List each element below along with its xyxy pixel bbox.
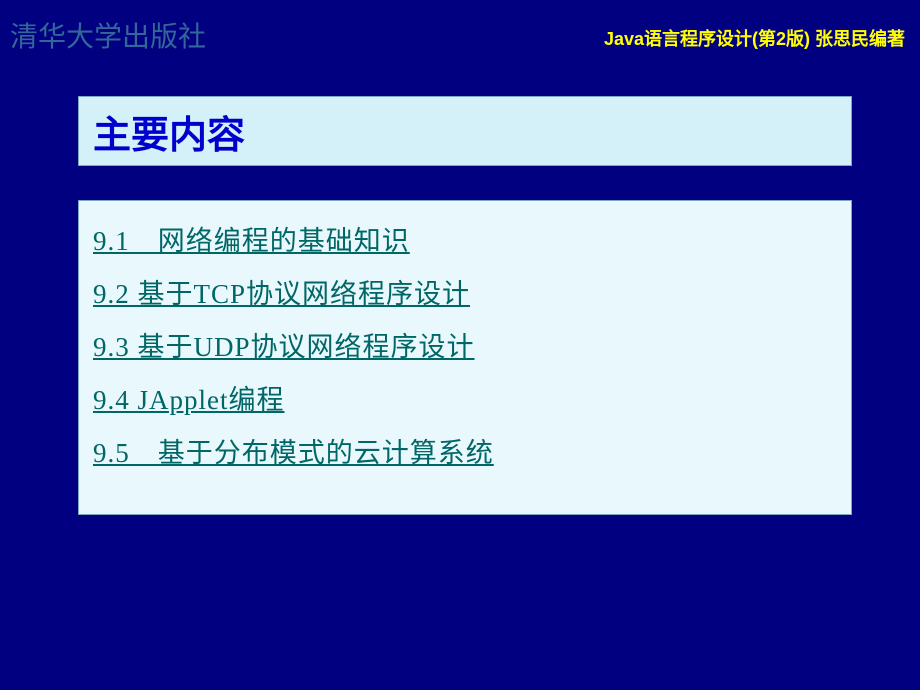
publisher-name: 清华大学出版社: [10, 15, 206, 55]
toc-link-9-4[interactable]: 9.4 JApplet编程: [93, 378, 837, 417]
table-of-contents: 9.1 网络编程的基础知识 9.2 基于TCP协议网络程序设计 9.3 基于UD…: [78, 200, 852, 515]
toc-link-9-1[interactable]: 9.1 网络编程的基础知识: [93, 219, 837, 258]
slide-title: 主要内容: [93, 104, 245, 159]
title-box: 主要内容: [78, 96, 852, 166]
toc-link-9-2[interactable]: 9.2 基于TCP协议网络程序设计: [93, 272, 837, 311]
book-title: Java语言程序设计(第2版) 张思民编著: [604, 25, 905, 51]
toc-link-9-5[interactable]: 9.5 基于分布模式的云计算系统: [93, 431, 837, 470]
toc-link-9-3[interactable]: 9.3 基于UDP协议网络程序设计: [93, 325, 837, 364]
